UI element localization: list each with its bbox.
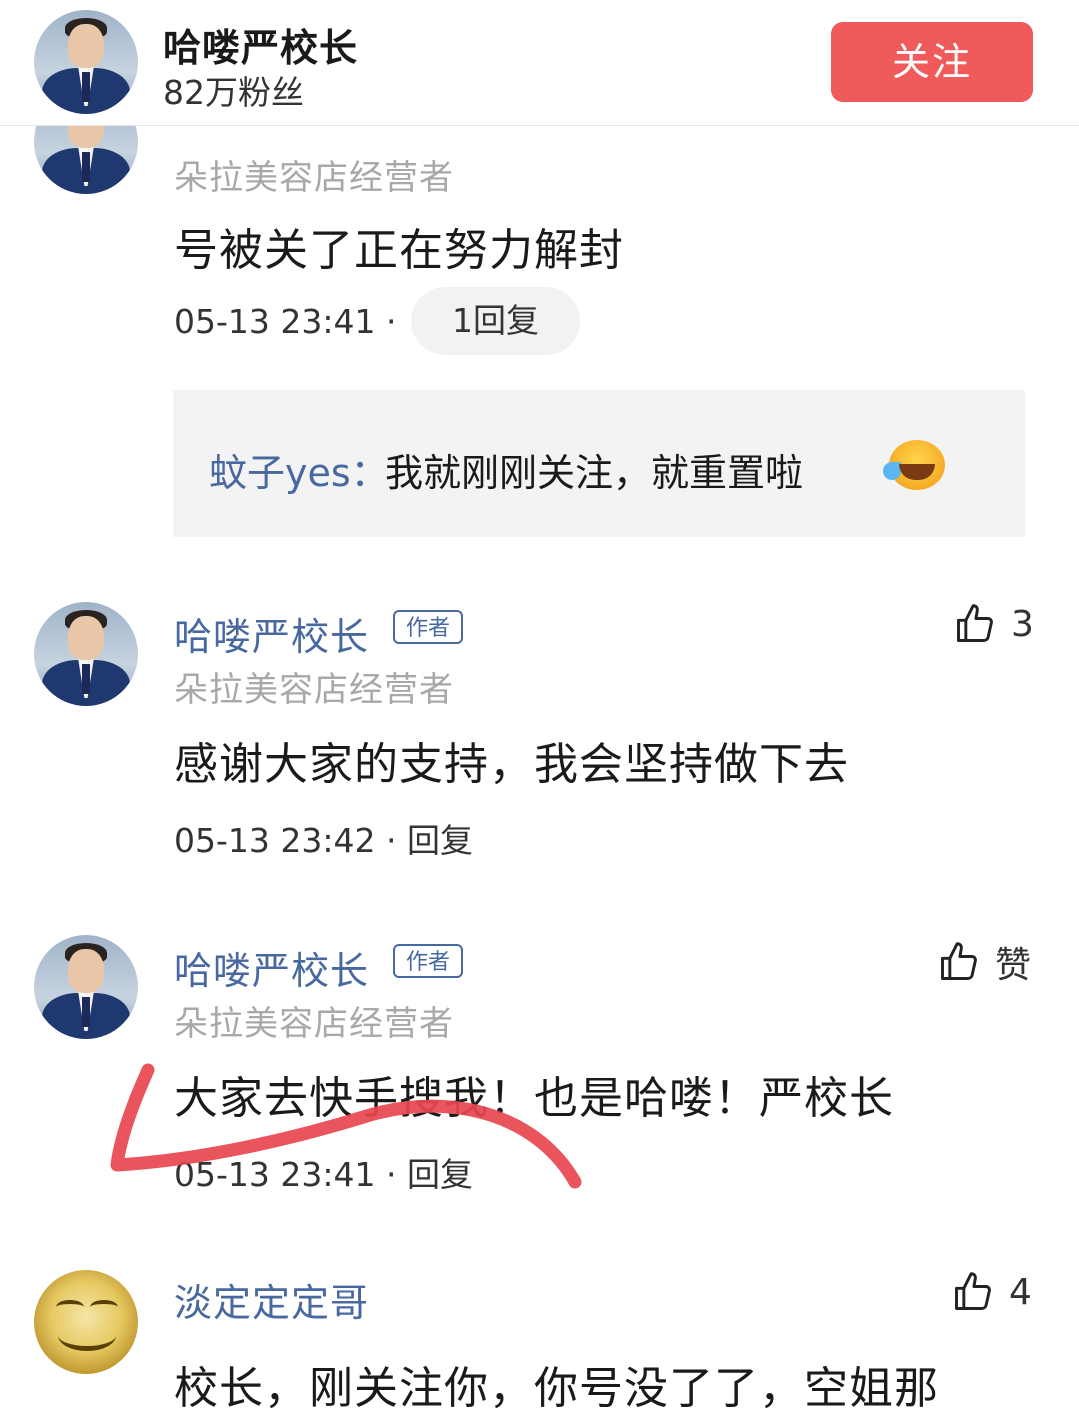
like-button[interactable]: 赞 bbox=[937, 936, 1031, 988]
comment-user-name[interactable]: 哈喽严校长 bbox=[174, 606, 369, 661]
like-label: 赞 bbox=[995, 945, 1032, 986]
thumb-up-icon bbox=[955, 1272, 991, 1310]
like-count: 4 bbox=[1009, 1271, 1032, 1313]
like-button[interactable]: 3 bbox=[953, 602, 1034, 646]
comment-user-title: 朵拉美容店经营者 bbox=[174, 158, 454, 198]
comment-text: 大家去快手搜我！也是哈喽！严校长 bbox=[174, 1073, 894, 1124]
like-button[interactable]: 4 bbox=[951, 1270, 1032, 1314]
thumb-up-icon bbox=[941, 942, 977, 980]
like-count: 3 bbox=[1011, 603, 1034, 645]
author-badge: 作者 bbox=[393, 944, 463, 978]
reply-button[interactable]: 回复 bbox=[407, 1155, 473, 1194]
comment-time: 05-13 23:41 · 回复 bbox=[174, 1155, 473, 1194]
sub-reply-box[interactable]: 蚊子yes： 我就刚刚关注，就重置啦 bbox=[173, 390, 1025, 537]
sub-reply-text: 我就刚刚关注，就重置啦 bbox=[385, 451, 804, 495]
reply-count-button[interactable]: 1回复 bbox=[411, 287, 580, 355]
comment-avatar[interactable] bbox=[34, 1270, 138, 1374]
header-author-name[interactable]: 哈喽严校长 bbox=[163, 17, 358, 72]
profile-header: 哈喽严校长 82万粉丝 关注 bbox=[0, 0, 1079, 126]
comment-text: 校长，刚关注你，你号没了了，空姐那 bbox=[174, 1363, 939, 1414]
comment-user-name[interactable]: 淡定定定哥 bbox=[174, 1272, 369, 1327]
comment-text: 感谢大家的支持，我会坚持做下去 bbox=[174, 739, 849, 790]
laughing-tears-emoji-icon bbox=[883, 440, 945, 490]
comment-avatar[interactable] bbox=[34, 602, 138, 706]
thumb-up-icon bbox=[957, 604, 993, 642]
comment-avatar[interactable] bbox=[34, 935, 138, 1039]
author-badge: 作者 bbox=[393, 610, 463, 644]
author-avatar[interactable] bbox=[34, 10, 138, 114]
reply-button[interactable]: 回复 bbox=[407, 821, 473, 860]
red-annotation-stroke bbox=[110, 1063, 582, 1189]
sub-reply-user[interactable]: 蚊子yes： bbox=[209, 442, 389, 497]
comment-text: 号被关了正在努力解封 bbox=[174, 225, 624, 276]
comment-user-title: 朵拉美容店经营者 bbox=[174, 670, 454, 710]
comment-time: 05-13 23:42 · 回复 bbox=[174, 821, 473, 860]
follow-button[interactable]: 关注 bbox=[831, 22, 1033, 102]
comment-user-name[interactable]: 哈喽严校长 bbox=[174, 940, 369, 995]
header-fans-count: 82万粉丝 bbox=[163, 73, 304, 112]
comment-user-title: 朵拉美容店经营者 bbox=[174, 1004, 454, 1044]
comment-time: 05-13 23:41 · bbox=[174, 302, 397, 341]
